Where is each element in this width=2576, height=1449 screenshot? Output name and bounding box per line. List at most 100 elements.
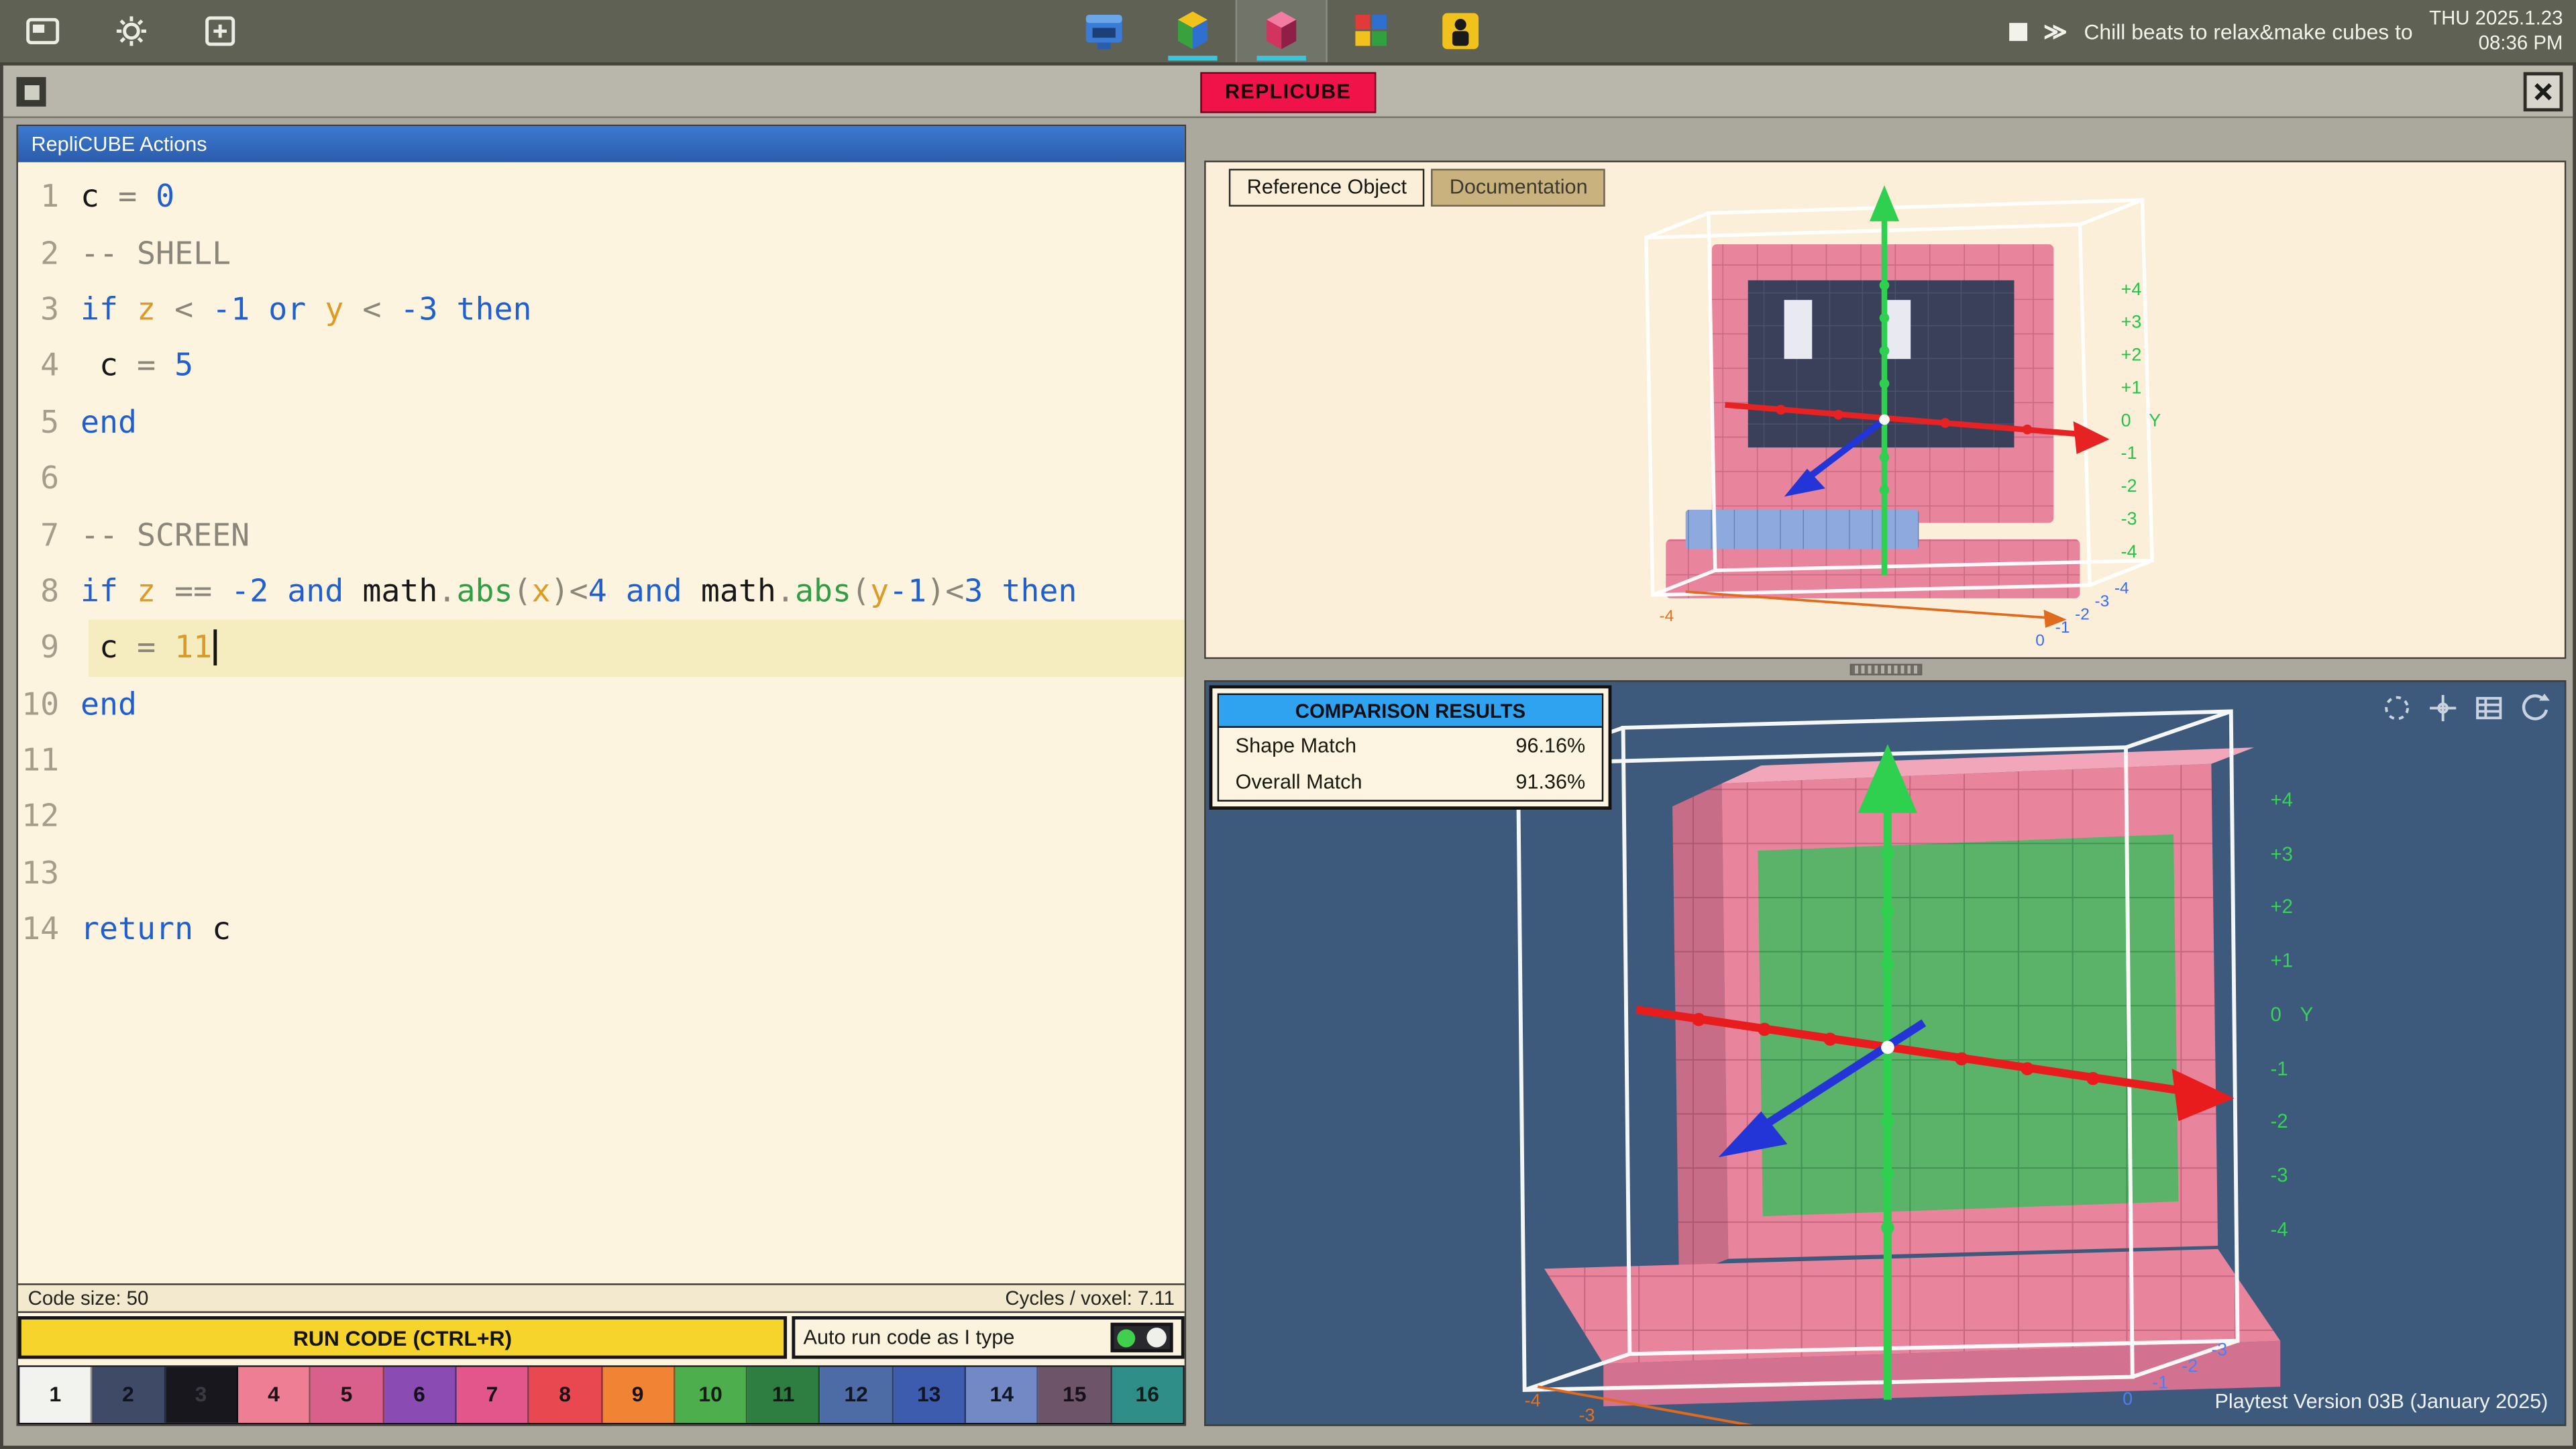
palette-color-1[interactable]: 1 [19, 1367, 93, 1423]
palette-color-7[interactable]: 7 [457, 1367, 530, 1423]
clock-time: 08:36 PM [2429, 31, 2563, 56]
reference-viewport[interactable]: +4 +3 +2 +1 0 Y -1 -2 -3 -4 -4 0 -1 -2 [1204, 160, 2566, 659]
palette-color-8[interactable]: 8 [529, 1367, 602, 1423]
app-icon-cube-machine[interactable] [1060, 0, 1148, 62]
app-icon-color-grid[interactable] [1326, 0, 1414, 62]
palette-color-11[interactable]: 11 [748, 1367, 821, 1423]
add-window-icon[interactable] [201, 11, 240, 51]
svg-text:-4: -4 [2121, 541, 2137, 561]
code-panel: RepliCUBE Actions 1c = 02-- SHELL3if z <… [16, 125, 1186, 1426]
line-number: 14 [18, 912, 74, 948]
line-number: 6 [18, 461, 74, 497]
autorun-toggle[interactable] [1111, 1323, 1173, 1352]
line-number: 1 [18, 179, 74, 215]
palette-color-2[interactable]: 2 [93, 1367, 166, 1423]
code-line[interactable]: 4 c = 5 [18, 338, 1185, 394]
version-label: Playtest Version 03B (January 2025) [2214, 1390, 2548, 1413]
running-indicator [1168, 56, 1217, 60]
app-icon-cubes-yellow[interactable] [1148, 0, 1237, 62]
palette-color-3[interactable]: 3 [165, 1367, 238, 1423]
code-text: -- SHELL [80, 235, 231, 272]
editor-statusbar: Code size: 50 Cycles / voxel: 7.11 [18, 1283, 1185, 1313]
window-menu-icon[interactable] [16, 77, 46, 107]
desktop-taskbar: ≫ Chill beats to relax&make cubes to THU… [0, 0, 2576, 62]
code-text: c = 11 [80, 630, 217, 666]
svg-text:-2: -2 [2121, 476, 2137, 496]
palette-color-13[interactable]: 13 [894, 1367, 967, 1423]
autorun-box: Auto run code as I type [792, 1316, 1184, 1359]
tab-documentation[interactable]: Documentation [1432, 169, 1606, 207]
palette-color-16[interactable]: 16 [1112, 1367, 1183, 1423]
code-line[interactable]: 2-- SHELL [18, 225, 1185, 282]
playtest-viewport[interactable]: +4 +3 +2 +1 0 Y -1 -2 -3 -4 -4 -3 0 -1 [1204, 680, 2566, 1426]
window-manager-icon[interactable] [23, 11, 62, 51]
code-line[interactable]: 5end [18, 394, 1185, 451]
code-line[interactable]: 10end [18, 676, 1185, 733]
selection-circle-icon[interactable] [2381, 692, 2414, 724]
code-line[interactable]: 1c = 0 [18, 169, 1185, 225]
palette-color-6[interactable]: 6 [384, 1367, 457, 1423]
code-line[interactable]: 8if z == -2 and math.abs(x)<4 and math.a… [18, 564, 1185, 620]
code-editor[interactable]: 1c = 02-- SHELL3if z < -1 or y < -3 then… [18, 162, 1185, 1283]
code-line[interactable]: 9 c = 11 [18, 620, 1185, 676]
svg-text:-4: -4 [1525, 1390, 1541, 1410]
cubes-yellow-icon [1165, 7, 1220, 56]
palette-color-14[interactable]: 14 [966, 1367, 1039, 1423]
comparison-row: Overall Match 91.36% [1219, 764, 1602, 800]
tab-reference-object[interactable]: Reference Object [1229, 169, 1425, 207]
svg-text:-4: -4 [2114, 580, 2129, 598]
line-number: 2 [18, 235, 74, 272]
music-stop-icon[interactable] [2009, 22, 2027, 40]
svg-text:-3: -3 [2094, 592, 2109, 610]
desktop-screen: ≫ Chill beats to relax&make cubes to THU… [0, 0, 2576, 1449]
svg-text:+1: +1 [2271, 950, 2294, 972]
code-line[interactable]: 13 [18, 845, 1185, 902]
run-row: RUN CODE (CTRL+R) Auto run code as I typ… [18, 1316, 1185, 1359]
palette-color-5[interactable]: 5 [311, 1367, 384, 1423]
autorun-label: Auto run code as I type [804, 1326, 1015, 1349]
svg-text:-3: -3 [2121, 508, 2137, 529]
right-panel: +4 +3 +2 +1 0 Y -1 -2 -3 -4 -4 0 -1 -2 [1204, 160, 2566, 1426]
grid-icon[interactable] [2473, 692, 2506, 724]
code-line[interactable]: 6 [18, 451, 1185, 507]
code-line[interactable]: 3if z < -1 or y < -3 then [18, 282, 1185, 338]
palette-color-9[interactable]: 9 [602, 1367, 676, 1423]
avatar-cube-icon [1431, 7, 1487, 56]
color-grid-icon [1342, 7, 1398, 56]
code-text: c = 0 [80, 179, 174, 215]
run-code-button[interactable]: RUN CODE (CTRL+R) [18, 1316, 787, 1359]
marquee-chevrons: ≫ [2043, 17, 2068, 46]
line-number: 4 [18, 348, 74, 384]
code-text: if z == -2 and math.abs(x)<4 and math.ab… [80, 574, 1077, 610]
code-text: if z < -1 or y < -3 then [80, 292, 532, 328]
splitter-grip-icon[interactable] [1849, 664, 1921, 676]
reset-view-icon[interactable] [2518, 692, 2551, 724]
palette-color-12[interactable]: 12 [820, 1367, 894, 1423]
comparison-title: COMPARISON RESULTS [1219, 695, 1602, 728]
line-number: 5 [18, 405, 74, 441]
running-indicator [1256, 56, 1305, 60]
line-number: 11 [18, 743, 74, 779]
app-icon-cubes-red[interactable] [1237, 0, 1326, 62]
comparison-results-panel: COMPARISON RESULTS Shape Match 96.16% Ov… [1209, 685, 1611, 810]
window-title-tab[interactable]: REPLICUBE [1200, 72, 1375, 113]
palette-color-4[interactable]: 4 [238, 1367, 311, 1423]
palette-color-15[interactable]: 15 [1039, 1367, 1112, 1423]
code-line[interactable]: 14return c [18, 902, 1185, 958]
svg-text:0: 0 [2121, 410, 2131, 430]
panel-splitter[interactable] [1204, 659, 2566, 680]
close-button[interactable] [2524, 72, 2563, 112]
code-line[interactable]: 7-- SCREEN [18, 507, 1185, 564]
crosshair-icon[interactable] [2426, 692, 2459, 724]
code-line[interactable]: 11 [18, 733, 1185, 789]
code-line[interactable]: 12 [18, 789, 1185, 845]
code-text: end [80, 405, 137, 441]
taskbar-app-icons [1060, 0, 1503, 62]
reference-object-tv [1666, 244, 2080, 598]
palette-color-10[interactable]: 10 [675, 1367, 748, 1423]
gear-icon[interactable] [112, 11, 152, 51]
window-titlebar[interactable]: REPLICUBE [3, 66, 2573, 118]
line-number: 3 [18, 292, 74, 328]
app-icon-avatar-cube[interactable] [1415, 0, 1503, 62]
line-number: 7 [18, 517, 74, 553]
